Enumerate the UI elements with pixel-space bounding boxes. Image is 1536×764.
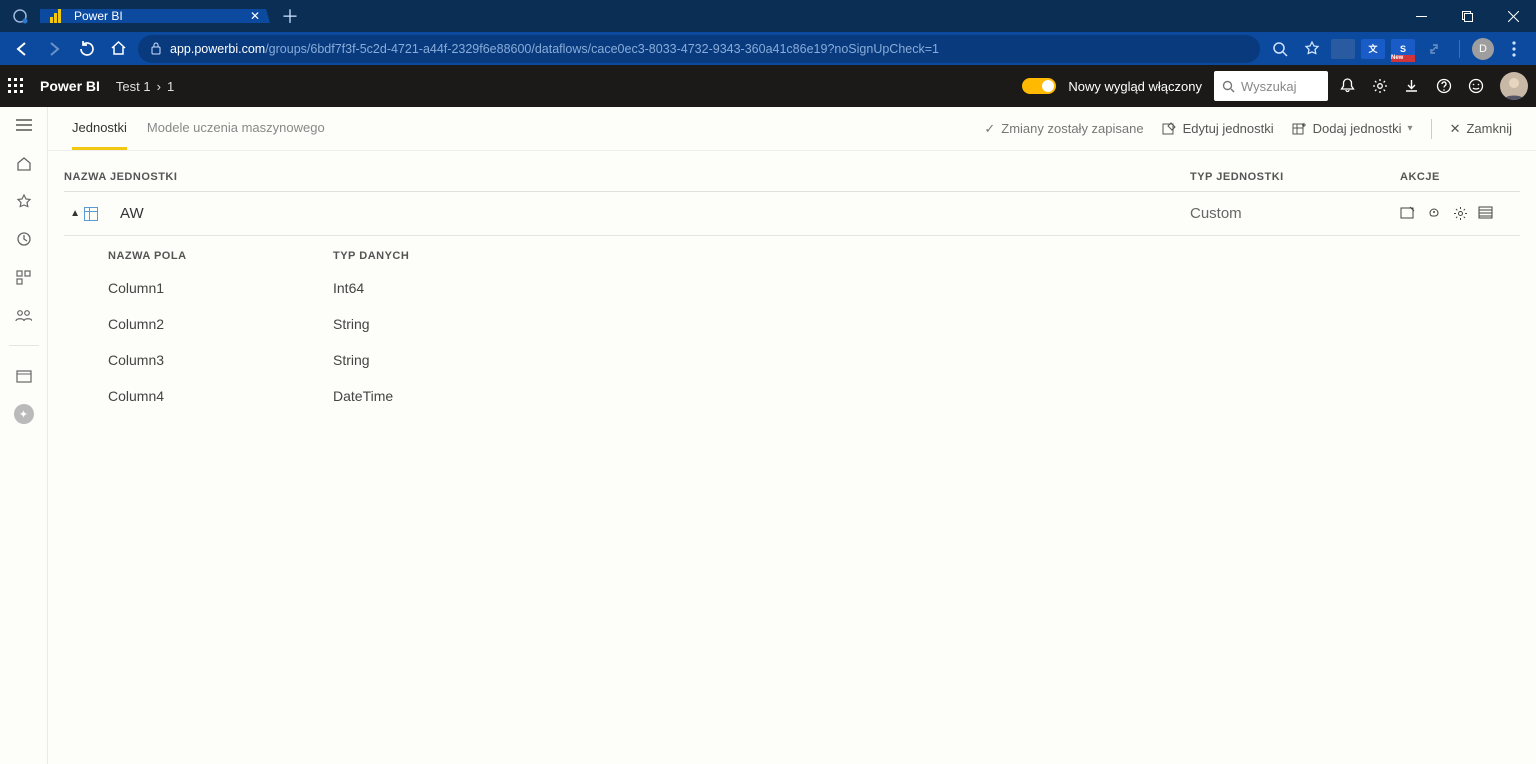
settings-gear-icon[interactable] — [1372, 78, 1392, 94]
header-field-type: TYP DANYCH — [333, 250, 1520, 262]
new-look-label: Nowy wygląd włączony — [1068, 79, 1202, 94]
field-name: Column2 — [108, 316, 333, 332]
header-entity-type: TYP JEDNOSTKI — [1190, 171, 1400, 183]
chevron-down-icon: ▾ — [1408, 123, 1413, 134]
window-maximize-button[interactable] — [1444, 0, 1490, 32]
nav-menu-icon[interactable] — [12, 115, 36, 135]
brand-label[interactable]: Power BI — [40, 78, 100, 94]
url-path: /groups/6bdf7f3f-5c2d-4721-a44f-2329f6e8… — [265, 42, 939, 56]
close-icon: ✕ — [1450, 121, 1461, 137]
check-icon: ✓ — [984, 121, 995, 137]
add-entities-button[interactable]: Dodaj jednostki ▾ — [1292, 121, 1413, 136]
chevron-right-icon: › — [157, 79, 161, 94]
browser-menu-button[interactable] — [1498, 33, 1530, 65]
entity-list-header: NAZWA JEDNOSTKI TYP JEDNOSTKI AKCJE — [64, 159, 1520, 192]
field-type: String — [333, 316, 1520, 332]
entity-row[interactable]: ▲ AW Custom — [64, 192, 1520, 236]
bookmark-star-icon[interactable] — [1296, 33, 1328, 65]
extension-icon[interactable]: . — [1331, 39, 1355, 59]
lock-icon — [150, 42, 162, 55]
field-row: Column2 String — [108, 306, 1520, 342]
address-bar[interactable]: app.powerbi.com/groups/6bdf7f3f-5c2d-472… — [138, 35, 1260, 63]
field-type: Int64 — [333, 280, 1520, 296]
nav-home-button[interactable] — [102, 33, 134, 65]
table-icon — [84, 207, 98, 221]
field-row: Column4 DateTime — [108, 378, 1520, 414]
field-type: DateTime — [333, 388, 1520, 404]
extension-new-icon[interactable]: SNew — [1391, 39, 1415, 59]
new-look-toggle[interactable] — [1022, 78, 1056, 94]
download-icon[interactable] — [1404, 79, 1424, 94]
tab-title: Power BI — [74, 9, 240, 23]
browser-toolbar: app.powerbi.com/groups/6bdf7f3f-5c2d-472… — [0, 32, 1536, 65]
action-settings-icon[interactable] — [1453, 206, 1468, 221]
browser-tab[interactable]: Power BI ✕ — [40, 9, 270, 23]
tab-entities[interactable]: Jednostki — [72, 107, 127, 150]
entity-actions — [1400, 206, 1520, 221]
field-name: Column3 — [108, 352, 333, 368]
extension-translate-icon[interactable]: 文 — [1361, 39, 1385, 59]
extension-link-icon[interactable] — [1418, 33, 1450, 65]
header-entity-actions: AKCJE — [1400, 171, 1520, 183]
nav-shared-icon[interactable] — [12, 305, 36, 325]
window-close-button[interactable] — [1490, 0, 1536, 32]
field-row: Column3 String — [108, 342, 1520, 378]
entity-name: AW — [104, 205, 1190, 222]
tab-close-icon[interactable]: ✕ — [250, 9, 260, 23]
new-tab-button[interactable]: ＋ — [270, 3, 310, 29]
search-input[interactable]: Wyszukaj — [1214, 71, 1328, 101]
field-name: Column4 — [108, 388, 333, 404]
main-content: Jednostki Modele uczenia maszynowego ✓ Z… — [48, 107, 1536, 764]
header-entity-name: NAZWA JEDNOSTKI — [64, 171, 1190, 183]
nav-recent-icon[interactable] — [12, 229, 36, 249]
nav-current-workspace-icon[interactable]: ✦ — [14, 404, 34, 424]
header-field-name: NAZWA POLA — [108, 250, 333, 262]
page-toolbar: Jednostki Modele uczenia maszynowego ✓ Z… — [48, 107, 1536, 151]
field-type: String — [333, 352, 1520, 368]
side-nav: ✦ — [0, 107, 48, 764]
field-row: Column1 Int64 — [108, 270, 1520, 306]
nav-apps-icon[interactable] — [12, 267, 36, 287]
fields-header: NAZWA POLA TYP DANYCH — [108, 236, 1520, 270]
nav-reload-button[interactable] — [70, 33, 102, 65]
save-status: ✓ Zmiany zostały zapisane — [984, 121, 1143, 137]
nav-workspaces-icon[interactable] — [12, 366, 36, 386]
action-edit-icon[interactable] — [1400, 206, 1416, 221]
app-launcher-icon[interactable] — [8, 78, 40, 94]
search-icon — [1222, 80, 1235, 93]
breadcrumb-item[interactable]: 1 — [167, 79, 174, 94]
feedback-smile-icon[interactable] — [1468, 78, 1488, 94]
entity-fields: NAZWA POLA TYP DANYCH Column1 Int64 Colu… — [64, 236, 1520, 414]
nav-home-icon[interactable] — [12, 153, 36, 173]
action-refresh-icon[interactable] — [1478, 206, 1493, 221]
profile-avatar[interactable]: D — [1472, 38, 1494, 60]
user-avatar[interactable] — [1500, 72, 1528, 100]
powerbi-icon — [50, 9, 64, 23]
entity-type: Custom — [1190, 205, 1400, 222]
collapse-triangle-icon[interactable]: ▲ — [70, 208, 80, 219]
nav-favorites-icon[interactable] — [12, 191, 36, 211]
close-button[interactable]: ✕ Zamknij — [1450, 121, 1512, 137]
system-icon — [0, 8, 40, 24]
powerbi-header: Power BI Test 1 › 1 Nowy wygląd włączony… — [0, 65, 1536, 107]
nav-separator — [9, 345, 39, 346]
toolbar-separator — [1431, 119, 1432, 139]
page-zoom-icon[interactable] — [1264, 33, 1296, 65]
breadcrumb-workspace[interactable]: Test 1 — [116, 79, 151, 94]
window-titlebar: Power BI ✕ ＋ — [0, 0, 1536, 32]
field-name: Column1 — [108, 280, 333, 296]
tab-ml-models[interactable]: Modele uczenia maszynowego — [147, 107, 325, 150]
edit-entities-button[interactable]: Edytuj jednostki — [1162, 121, 1274, 136]
help-icon[interactable] — [1436, 78, 1456, 94]
nav-back-button[interactable] — [6, 33, 38, 65]
edit-icon — [1162, 122, 1177, 136]
url-host: app.powerbi.com — [170, 42, 265, 56]
toolbar-separator — [1450, 33, 1468, 65]
notifications-icon[interactable] — [1340, 78, 1360, 94]
action-ml-icon[interactable] — [1426, 206, 1443, 221]
breadcrumb: Test 1 › 1 — [116, 79, 174, 94]
window-minimize-button[interactable] — [1398, 0, 1444, 32]
nav-forward-button[interactable] — [38, 33, 70, 65]
add-table-icon — [1292, 122, 1307, 136]
